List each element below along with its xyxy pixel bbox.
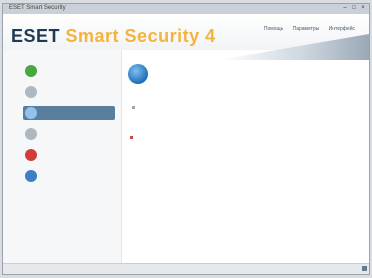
minimize-icon[interactable]: – <box>341 5 349 12</box>
close-icon[interactable]: × <box>359 5 367 12</box>
title-bar: ESET Smart Security – □ × <box>3 4 369 14</box>
tray-icon[interactable] <box>362 266 367 271</box>
sidebar-item-setup[interactable] <box>25 127 115 141</box>
app-header: ESET Smart Security 4 Помощь Параметры И… <box>3 14 369 60</box>
header-link-help[interactable]: Помощь <box>264 26 283 32</box>
sidebar <box>3 50 122 264</box>
globe-icon <box>128 64 148 84</box>
main-panel <box>122 50 369 264</box>
sidebar-item-tools[interactable] <box>25 148 115 162</box>
header-link-settings[interactable]: Параметры <box>293 26 320 32</box>
tools-icon <box>25 149 37 161</box>
header-links: Помощь Параметры Интерфейс <box>256 26 363 32</box>
app-window: ESET Smart Security – □ × ESET Smart Sec… <box>2 3 370 275</box>
maximize-icon[interactable]: □ <box>350 5 358 12</box>
brand-eset: ESET <box>11 26 61 46</box>
sidebar-item-protection-status[interactable] <box>25 64 115 78</box>
brand-logo: ESET Smart Security 4 <box>11 26 216 47</box>
sidebar-item-computer-scan[interactable] <box>25 85 115 99</box>
scan-icon <box>25 86 37 98</box>
header-link-interface[interactable]: Интерфейс <box>329 26 355 32</box>
brand-product: Smart Security 4 <box>65 26 216 46</box>
sidebar-item-help[interactable] <box>25 169 115 183</box>
status-bar <box>3 263 369 274</box>
update-icon <box>25 107 37 119</box>
window-title: ESET Smart Security <box>9 5 66 11</box>
bullet-icon <box>132 106 135 109</box>
settings-icon <box>25 128 37 140</box>
status-icon <box>25 65 37 77</box>
sidebar-item-update[interactable] <box>23 106 115 120</box>
help-icon <box>25 170 37 182</box>
section-icon <box>130 136 133 139</box>
